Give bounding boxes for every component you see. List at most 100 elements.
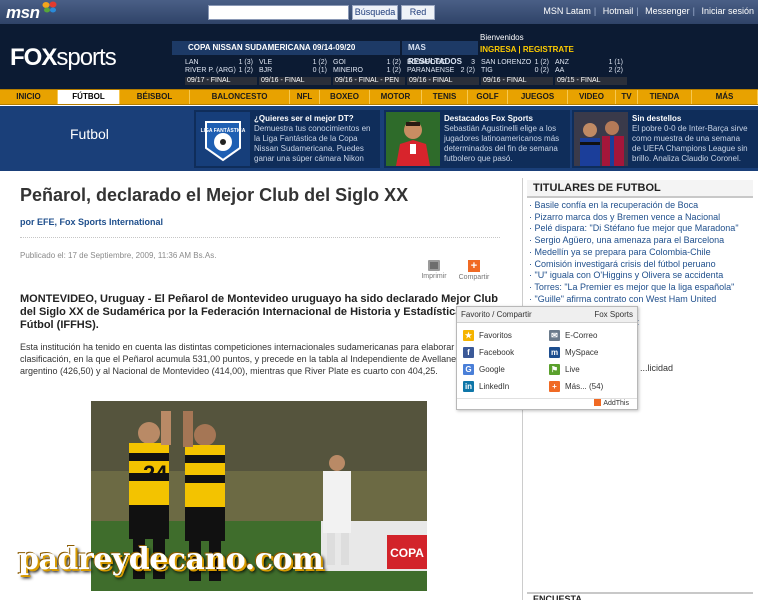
publish-date: Publicado el: 17 de Septiembre, 2009, 11… (20, 251, 217, 260)
share-option-star[interactable]: ★ Favoritos (463, 329, 549, 341)
msn-latam-link[interactable]: MSN Latam (543, 6, 591, 16)
headline-text: Sergio Agüero, una amenaza para el Barce… (534, 235, 725, 246)
nav-item-tenis[interactable]: TENIS (422, 90, 468, 104)
nav-item-nfl[interactable]: NFL (290, 90, 320, 104)
search-button[interactable]: Búsqueda (352, 5, 398, 20)
headline-text: "U" iguala con O'Higgins y Olivera se ac… (534, 270, 724, 281)
share-option-more[interactable]: + Más... (54) (549, 380, 633, 392)
share-button[interactable]: + Compartir (454, 260, 494, 281)
headline-link[interactable]: · Medellín ya se prepara para Colombia-C… (529, 247, 755, 259)
match-status: 09/16 - FINAL - PEN (333, 77, 405, 85)
nav-item-video[interactable]: VIDEO (568, 90, 616, 104)
share-plus-icon: + (468, 260, 480, 272)
score-item[interactable]: LAN 1 (3) RIVER P. (ARG) 1 (2) 09/17 - FINAL (185, 59, 257, 87)
share-option-label: LinkedIn (479, 381, 510, 391)
myspace-icon: m (549, 346, 560, 358)
score-item[interactable]: SAN LORENZO 1 (2) TIG 0 (2) 09/16 - FINAL (481, 59, 553, 87)
logo-sports: sports (56, 44, 116, 71)
promo-card-text: Sebastián Agustinelli elige a los jugado… (444, 124, 560, 163)
signin-link[interactable]: INGRESA (480, 45, 516, 54)
team-name: AA (555, 67, 565, 74)
team-name: MINEIRO (333, 67, 363, 74)
share-option-linkedin[interactable]: in LinkedIn (463, 380, 549, 392)
nav-item-juegos[interactable]: JUEGOS (508, 90, 568, 104)
sidebar-title: TITULARES DE FUTBOL (527, 180, 753, 198)
score-item[interactable]: BOTAFOGO 3 PARANAENSE 2 (2) 09/16 - FINAL (407, 59, 479, 87)
promo-card-title[interactable]: Sin destellos (632, 114, 750, 124)
facebook-icon: f (463, 346, 474, 358)
headline-text: Pizarro marca dos y Bremen vence a Nacio… (534, 211, 721, 222)
team-score: 3 (471, 59, 475, 66)
promo-card-sin-destellos[interactable]: Sin destellos El pobre 0-0 de Inter-Barç… (572, 110, 758, 168)
welcome-text: Bienvenidos (480, 33, 524, 42)
headline-link[interactable]: · "U" iguala con O'Higgins y Olivera se … (529, 270, 755, 282)
score-ticker: LAN 1 (3) RIVER P. (ARG) 1 (2) 09/17 - FINAL… (185, 59, 755, 87)
promo-card-title[interactable]: ¿Quieres ser el mejor DT? (254, 114, 372, 124)
headline-link[interactable]: · Basile confía en la recuperación de Bo… (529, 200, 755, 212)
nav-item-inicio[interactable]: INICIO (0, 90, 58, 104)
match-status: 09/16 - FINAL (481, 77, 553, 85)
score-item[interactable]: VLE 1 (2) BJR 0 (1) 09/16 - FINAL (259, 59, 331, 87)
team-name: RIVER P. (ARG) (185, 67, 236, 74)
headline-link[interactable]: · Torres: "La Premier es mejor que la li… (529, 282, 755, 294)
share-option-myspace[interactable]: m MySpace (549, 346, 633, 358)
team-score: 1 (2) (386, 59, 401, 66)
promo-card-text: El pobre 0-0 de Inter-Barça sirve como m… (632, 124, 748, 163)
nav-item-golf[interactable]: GOLF (468, 90, 508, 104)
nav-item-futbol[interactable]: FÚTBOL (58, 90, 120, 104)
nav-item-tienda[interactable]: TIENDA (638, 90, 692, 104)
nav-item-tv[interactable]: TV (616, 90, 638, 104)
live-icon: ⚑ (549, 363, 560, 375)
headline-link[interactable]: · Pizarro marca dos y Bremen vence a Nac… (529, 212, 755, 224)
hotmail-link[interactable]: Hotmail (603, 6, 634, 16)
promo-card-dt[interactable]: LIGA FANTÁSTICA ¿Quieres ser el mejor DT… (194, 110, 380, 168)
team-score: 0 (2) (534, 67, 549, 74)
match-status: 09/16 - FINAL (407, 77, 479, 85)
addthis-link[interactable]: AddThis (457, 398, 637, 409)
sponsor-board: COPA (390, 546, 424, 560)
ticker-title: COPA NISSAN SUDAMERICANA 09/14-09/20 (172, 41, 400, 55)
foxsports-logo[interactable]: FOXsports (10, 44, 117, 72)
nav-item-baloncesto[interactable]: BALONCESTO (190, 90, 290, 104)
share-option-email[interactable]: ✉ E-Correo (549, 329, 633, 341)
msn-logo[interactable]: msn (6, 3, 40, 23)
team-name: LAN (185, 59, 199, 66)
main-nav: INICIO FÚTBOL BÉISBOL BALONCESTO NFL BOXEO MOT… (0, 89, 758, 105)
watermark: padreydecano.com (18, 542, 324, 577)
score-item[interactable]: GOI 1 (2) MINEIRO 1 (2) 09/16 - FINAL - PEN (333, 59, 405, 87)
sidebar-publicidad: ...licidad (640, 363, 674, 373)
divider (20, 237, 500, 238)
web-search-button[interactable]: Red (401, 5, 435, 20)
article-byline[interactable]: por EFE, Fox Sports International (20, 217, 163, 227)
team-name: SAN LORENZO (481, 59, 532, 66)
register-link[interactable]: REGISTRATE (523, 45, 574, 54)
messenger-link[interactable]: Messenger (645, 6, 690, 16)
promo-card-title[interactable]: Destacados Fox Sports (444, 114, 562, 124)
share-option-facebook[interactable]: f Facebook (463, 346, 549, 358)
msn-search-input[interactable] (208, 5, 349, 20)
nav-item-boxeo[interactable]: BOXEO (320, 90, 370, 104)
nav-item-motor[interactable]: MOTOR (370, 90, 422, 104)
headline-link[interactable]: · "Guille" afirma contrato con West Ham … (529, 294, 755, 306)
print-button[interactable]: Imprimir (414, 260, 454, 280)
team-name: BJR (259, 67, 273, 74)
team-score: 2 (2) (460, 67, 475, 74)
sign-in-link[interactable]: Iniciar sesión (701, 6, 754, 16)
team-score: 1 (2) (312, 59, 327, 66)
nav-item-beisbol[interactable]: BÉISBOL (120, 90, 190, 104)
team-score: 1 (2) (238, 67, 253, 74)
headline-link[interactable]: · Comisión investigará crisis del fútbol… (529, 259, 755, 271)
nav-item-mas[interactable]: MÁS (692, 90, 758, 104)
headline-link[interactable]: · Pelé dispara: "Di Stéfano fue mejor qu… (529, 223, 755, 235)
share-option-google[interactable]: G Google (463, 363, 549, 375)
more-results-link[interactable]: MAS RESULTADOS (402, 41, 478, 66)
team-name: VLE (259, 59, 273, 66)
promo-card-destacados[interactable]: Destacados Fox Sports Sebastián Agustine… (384, 110, 570, 168)
article: Peñarol, declarado el Mejor Club del Sig… (0, 171, 520, 600)
team-name: BOTAFOGO (407, 59, 447, 66)
team-score: 2 (2) (608, 67, 623, 74)
headline-link[interactable]: · Sergio Agüero, una amenaza para el Bar… (529, 235, 755, 247)
linkedin-icon: in (463, 380, 474, 392)
score-item[interactable]: ANZ 1 (1) AA 2 (2) 09/15 - FINAL (555, 59, 627, 87)
share-option-live[interactable]: ⚑ Live (549, 363, 633, 375)
